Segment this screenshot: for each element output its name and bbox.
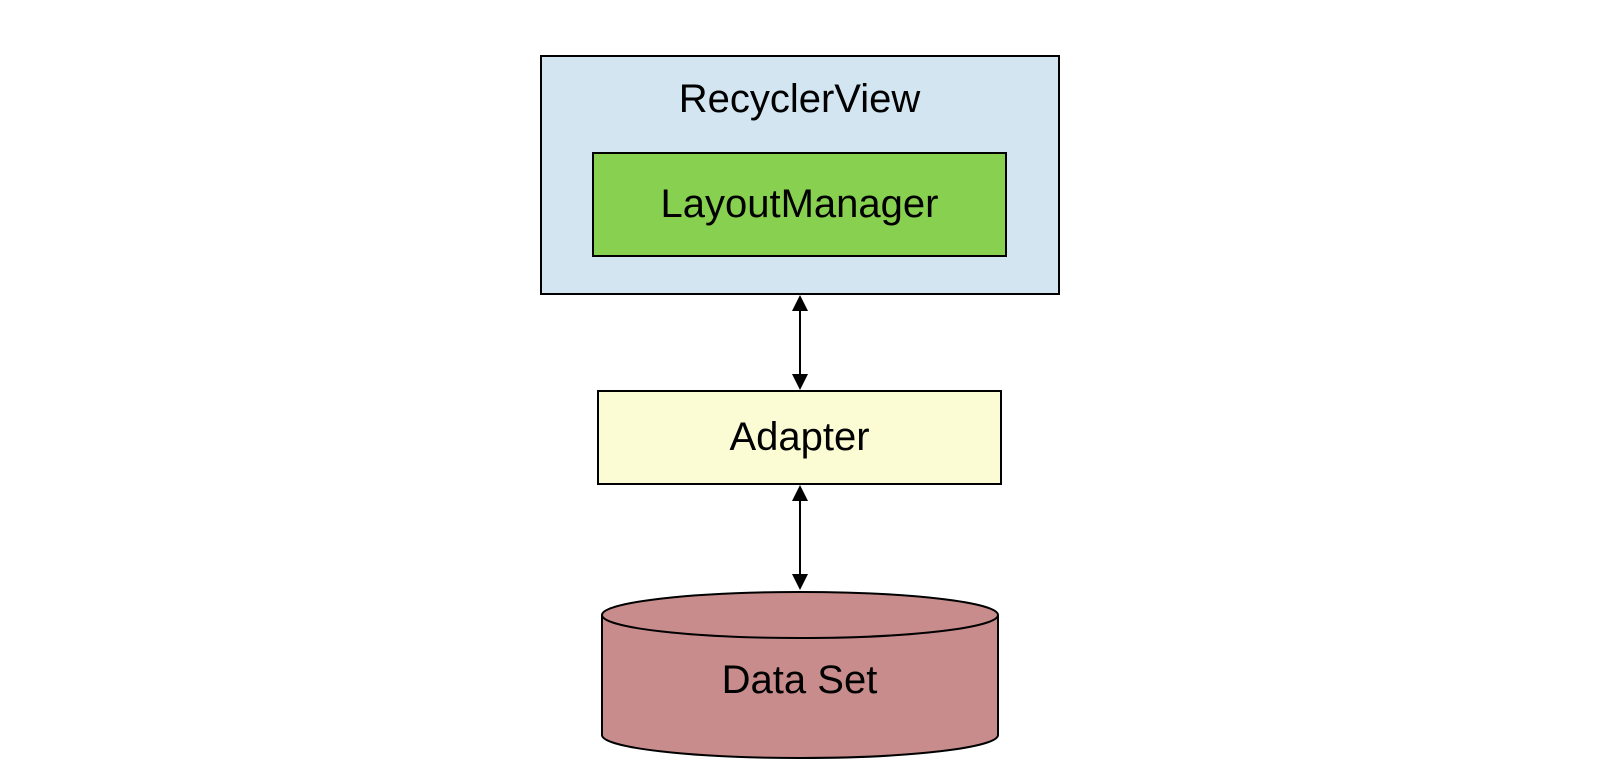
- architecture-diagram: RecyclerView LayoutManager Adapter Data …: [540, 55, 1060, 760]
- adapter-box: Adapter: [597, 390, 1002, 485]
- adapter-label: Adapter: [729, 415, 869, 460]
- recycler-view-box: RecyclerView LayoutManager: [540, 55, 1060, 295]
- recycler-view-label: RecyclerView: [679, 77, 921, 122]
- layout-manager-label: LayoutManager: [661, 182, 939, 227]
- arrow-recycler-to-adapter: [540, 295, 1060, 390]
- data-set-label: Data Set: [722, 658, 878, 703]
- layout-manager-box: LayoutManager: [592, 152, 1007, 257]
- data-set-cylinder: Data Set: [540, 590, 1060, 760]
- arrow-adapter-to-dataset: [540, 485, 1060, 590]
